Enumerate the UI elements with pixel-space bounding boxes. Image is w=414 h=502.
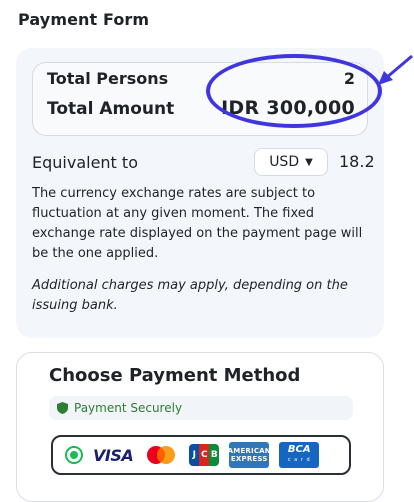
payment-method-card: Choose Payment Method Payment Securely V… (16, 352, 384, 502)
totals-box: Total Persons 2 Total Amount IDR 300,000 (32, 62, 368, 136)
mastercard-logo (147, 446, 176, 464)
total-persons-row: Total Persons 2 (47, 69, 355, 88)
jcb-logo: J C B (189, 444, 220, 466)
payment-secure-label: Payment Securely (74, 401, 183, 415)
exchange-rate-note: The currency exchange rates are subject … (32, 186, 363, 261)
total-amount-value: IDR 300,000 (221, 97, 355, 119)
currency-selected-value: USD (269, 154, 300, 170)
chevron-down-icon: ▼ (305, 156, 313, 168)
page-title: Payment Form (18, 10, 150, 29)
additional-charges-note: Additional charges may apply, depending … (32, 278, 348, 313)
shield-icon (57, 402, 68, 414)
payment-secure-badge: Payment Securely (49, 396, 353, 420)
visa-logo: VISA (93, 445, 134, 465)
total-persons-value: 2 (343, 69, 355, 88)
payment-method-title: Choose Payment Method (49, 365, 301, 386)
card-option-radio[interactable] (65, 446, 83, 464)
equivalent-label: Equivalent to (32, 153, 138, 172)
currency-select[interactable]: USD ▼ (254, 148, 328, 176)
equivalent-row: Equivalent to USD ▼ 18.2 (32, 148, 378, 178)
order-summary-card: Total Persons 2 Total Amount IDR 300,000… (16, 48, 384, 338)
total-amount-label: Total Amount (47, 99, 175, 119)
total-amount-row: Total Amount IDR 300,000 (47, 97, 355, 119)
card-payment-option[interactable]: VISA J C B AMERICAN EXPRESS BCA c a r d (51, 435, 351, 475)
total-persons-label: Total Persons (47, 69, 169, 88)
bca-card-logo: BCA c a r d (279, 442, 320, 468)
amex-logo: AMERICAN EXPRESS (228, 442, 271, 468)
equivalent-value: 18.2 (339, 152, 375, 171)
